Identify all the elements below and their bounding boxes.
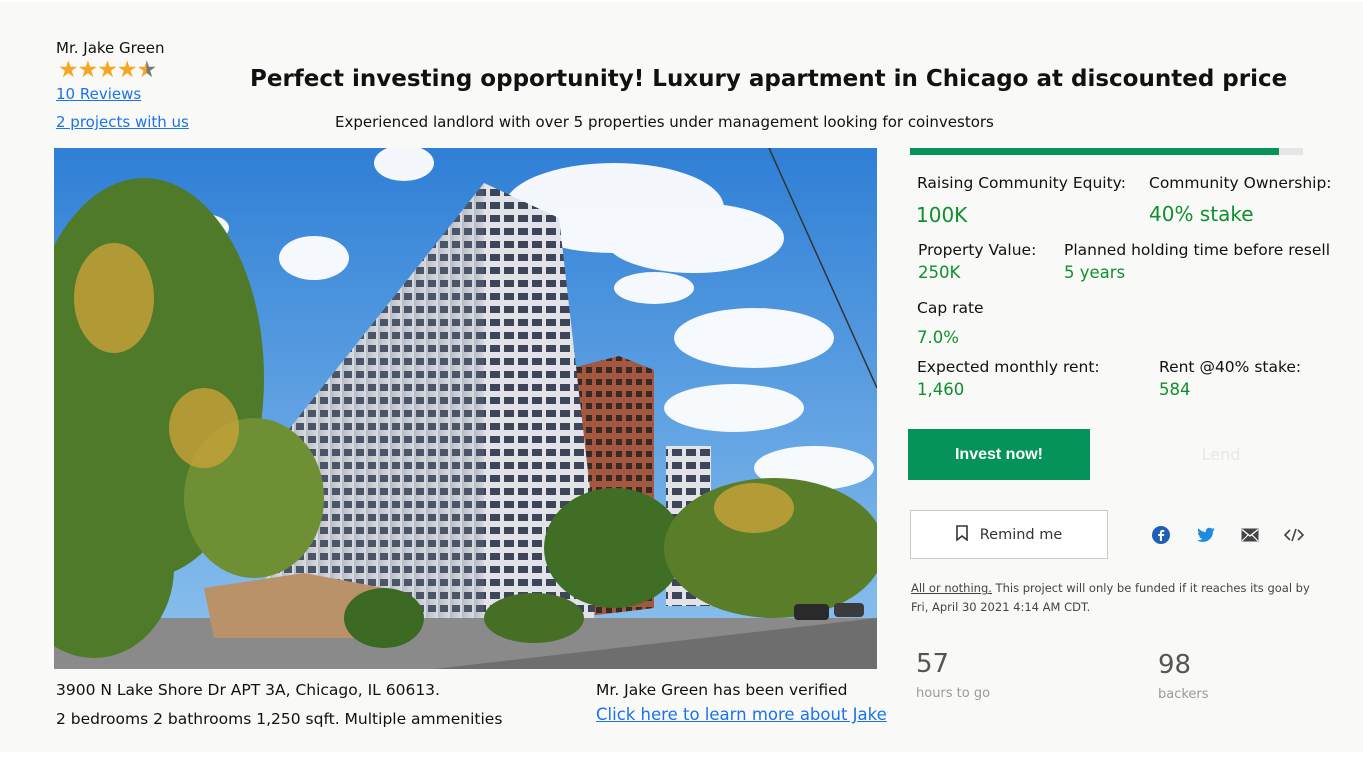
email-icon[interactable] bbox=[1239, 524, 1261, 546]
property-photo bbox=[54, 148, 877, 669]
listing-title: Perfect investing opportunity! Luxury ap… bbox=[250, 66, 1288, 92]
community-ownership-label: Community Ownership: bbox=[1149, 174, 1332, 192]
monthly-rent-label: Expected monthly rent: bbox=[917, 358, 1100, 376]
cap-rate-label: Cap rate bbox=[917, 299, 984, 317]
funding-progress-fill bbox=[910, 148, 1280, 155]
embed-icon[interactable] bbox=[1283, 524, 1305, 546]
invest-now-button[interactable]: Invest now! bbox=[908, 429, 1090, 480]
hours-to-go-value: 57 bbox=[916, 649, 950, 679]
property-value: 250K bbox=[918, 263, 961, 282]
holding-time-value: 5 years bbox=[1064, 263, 1126, 282]
holding-time-label: Planned holding time before resell bbox=[1064, 241, 1330, 259]
backers-value: 98 bbox=[1158, 650, 1192, 680]
learn-more-link[interactable]: Click here to learn more about Jake bbox=[596, 705, 887, 724]
star-icon: ★ bbox=[97, 57, 118, 83]
lend-button[interactable]: Lend bbox=[1150, 429, 1292, 480]
star-icon: ★ bbox=[116, 57, 138, 83]
rent-stake-value: 584 bbox=[1159, 380, 1191, 399]
property-address: 3900 N Lake Shore Dr APT 3A, Chicago, IL… bbox=[56, 681, 440, 699]
all-or-nothing-link[interactable]: All or nothing. bbox=[911, 581, 992, 595]
cap-rate-value: 7.0% bbox=[917, 328, 959, 347]
half-star-icon: ★ bbox=[136, 57, 158, 83]
twitter-icon[interactable] bbox=[1195, 524, 1217, 546]
rent-stake-label: Rent @40% stake: bbox=[1159, 358, 1302, 376]
property-details: 2 bedrooms 2 bathrooms 1,250 sqft. Multi… bbox=[56, 710, 503, 728]
remind-me-label: Remind me bbox=[979, 526, 1063, 543]
projects-link[interactable]: 2 projects with us bbox=[56, 113, 189, 131]
property-value-label: Property Value: bbox=[918, 241, 1037, 259]
star-icon: ★ bbox=[77, 57, 99, 83]
owner-name: Mr. Jake Green bbox=[56, 39, 165, 57]
rating-stars: ★★★★★ bbox=[58, 57, 158, 83]
verified-text: Mr. Jake Green has been verified bbox=[596, 681, 848, 699]
facebook-icon[interactable] bbox=[1150, 524, 1172, 546]
listing-subtitle: Experienced landlord with over 5 propert… bbox=[335, 113, 994, 131]
backers-label: backers bbox=[1158, 687, 1209, 702]
community-ownership-value: 40% stake bbox=[1149, 202, 1254, 226]
funding-progress-bar bbox=[910, 148, 1303, 155]
raising-equity-value: 100K bbox=[916, 203, 968, 227]
reviews-link[interactable]: 10 Reviews bbox=[56, 85, 141, 103]
funding-notice: All or nothing. This project will only b… bbox=[911, 579, 1311, 617]
monthly-rent-value: 1,460 bbox=[917, 380, 965, 399]
raising-equity-label: Raising Community Equity: bbox=[917, 174, 1126, 192]
remind-me-button[interactable]: Remind me bbox=[910, 510, 1108, 559]
hours-to-go-label: hours to go bbox=[916, 686, 991, 701]
campaign-page: Mr. Jake Green ★★★★★ 10 Reviews 2 projec… bbox=[0, 2, 1363, 752]
bookmark-icon bbox=[955, 524, 968, 545]
star-icon: ★ bbox=[58, 57, 79, 83]
